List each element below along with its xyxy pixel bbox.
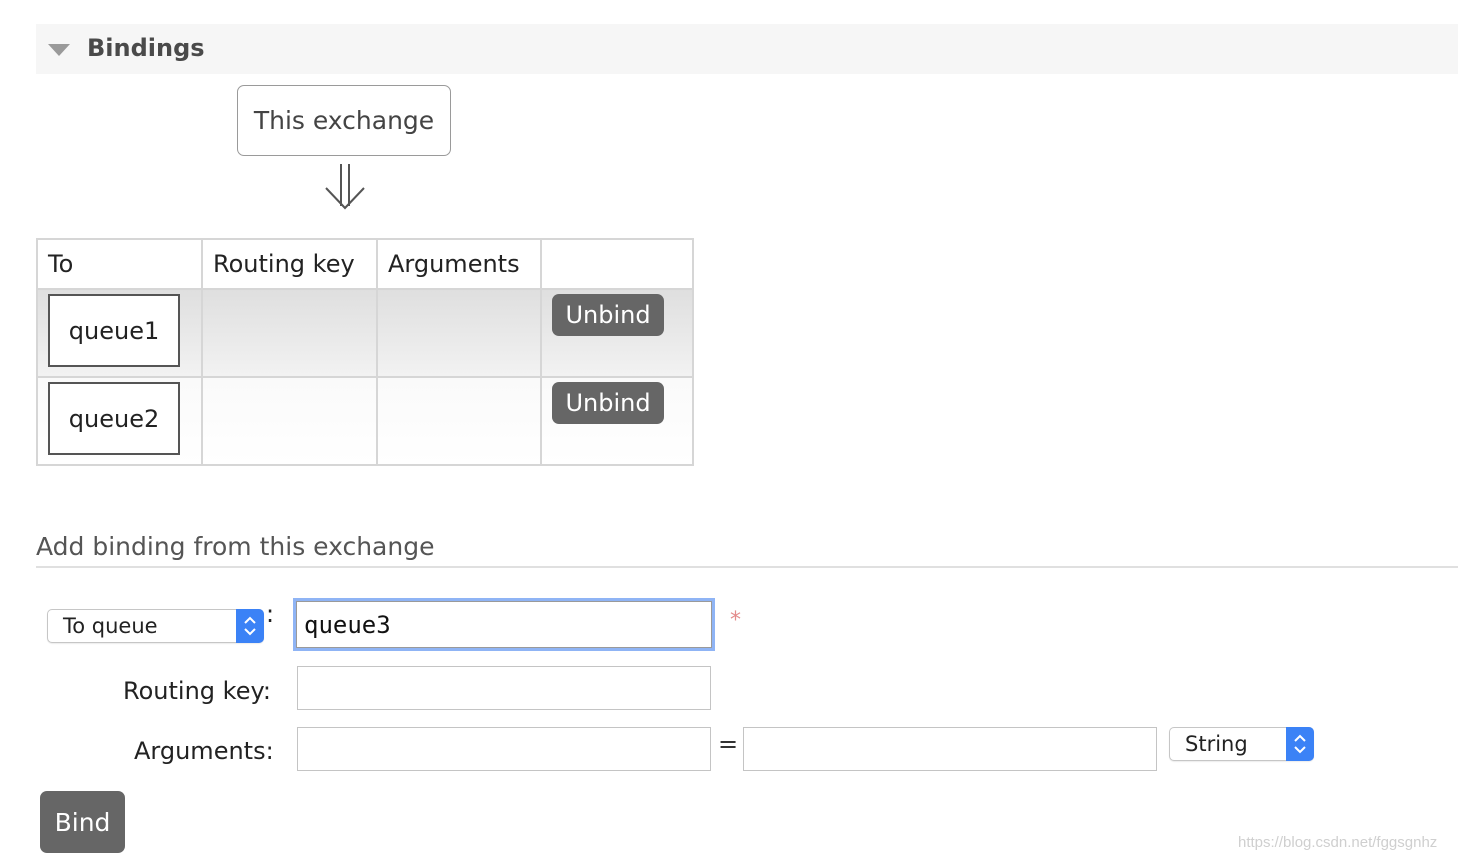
cell-action: Unbind bbox=[540, 376, 694, 466]
cell-action: Unbind bbox=[540, 288, 694, 378]
destination-input-value: queue3 bbox=[304, 611, 391, 639]
cell-routing-key bbox=[201, 288, 378, 378]
section-title: Bindings bbox=[87, 34, 205, 62]
destination-type-select[interactable]: To queue bbox=[47, 609, 264, 643]
bind-button[interactable]: Bind bbox=[40, 791, 125, 853]
this-exchange-box: This exchange bbox=[237, 85, 451, 156]
argument-key-input[interactable] bbox=[297, 727, 711, 771]
arguments-label: Arguments: bbox=[134, 737, 274, 765]
table-header-row: To Routing key Arguments bbox=[36, 238, 694, 290]
required-marker: * bbox=[730, 608, 741, 633]
routing-key-label: Routing key: bbox=[123, 677, 271, 705]
add-binding-title: Add binding from this exchange bbox=[36, 532, 435, 561]
cell-to: queue1 bbox=[36, 288, 203, 378]
queue-link[interactable]: queue1 bbox=[48, 294, 180, 367]
cell-arguments bbox=[376, 288, 542, 378]
divider bbox=[36, 566, 1458, 568]
argument-type-select[interactable]: String bbox=[1169, 727, 1314, 761]
destination-separator: : bbox=[266, 600, 275, 628]
destination-type-value: To queue bbox=[63, 614, 158, 638]
column-header-to: To bbox=[36, 238, 203, 290]
column-header-arguments: Arguments bbox=[376, 238, 542, 290]
table-row: queue1 Unbind bbox=[36, 288, 694, 378]
cell-routing-key bbox=[201, 376, 378, 466]
select-chevrons-icon bbox=[236, 609, 264, 643]
select-chevrons-icon bbox=[1286, 727, 1314, 761]
argument-value-input[interactable] bbox=[743, 727, 1157, 771]
equals-sign: = bbox=[718, 730, 739, 758]
bindings-section-header[interactable]: Bindings bbox=[36, 24, 1458, 74]
double-down-arrow-icon bbox=[325, 164, 365, 210]
column-header-actions bbox=[540, 238, 694, 290]
cell-to: queue2 bbox=[36, 376, 203, 466]
unbind-button[interactable]: Unbind bbox=[552, 382, 664, 424]
routing-key-input[interactable] bbox=[297, 666, 711, 710]
argument-type-value: String bbox=[1185, 732, 1248, 756]
watermark: https://blog.csdn.net/fggsgnhz bbox=[1238, 834, 1438, 851]
bindings-table: To Routing key Arguments queue1 Unbind q… bbox=[36, 238, 694, 466]
unbind-button[interactable]: Unbind bbox=[552, 294, 664, 336]
collapse-triangle-icon[interactable] bbox=[48, 44, 70, 56]
column-header-routing-key: Routing key bbox=[201, 238, 378, 290]
table-row: queue2 Unbind bbox=[36, 376, 694, 466]
destination-input[interactable]: queue3 bbox=[296, 601, 712, 648]
cell-arguments bbox=[376, 376, 542, 466]
queue-link[interactable]: queue2 bbox=[48, 382, 180, 455]
